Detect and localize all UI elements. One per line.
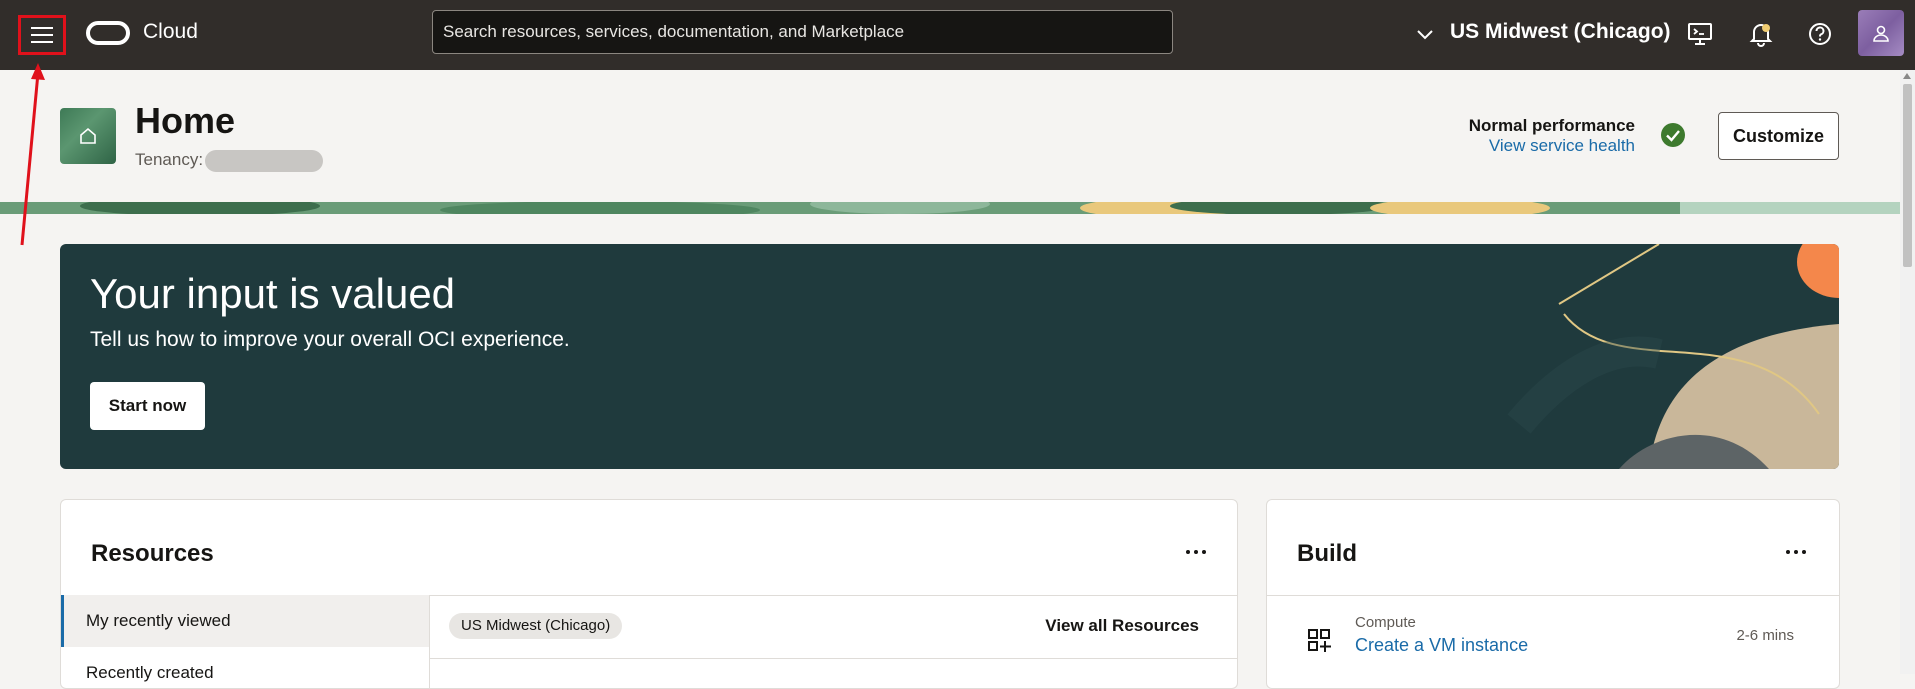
view-service-health-link[interactable]: View service health [1489,136,1635,156]
resources-tab-list: My recently viewed Recently created [61,595,430,688]
customize-button[interactable]: Customize [1718,112,1839,160]
menu-icon [31,27,53,43]
view-all-resources-link[interactable]: View all Resources [1045,616,1199,636]
compute-add-icon [1308,629,1331,652]
top-navigation-bar: Cloud US Midwest (Chicago) [0,0,1915,70]
banner-title: Your input is valued [90,270,456,317]
create-vm-instance-link[interactable]: Create a VM instance [1355,635,1528,656]
chevron-down-icon[interactable] [1414,24,1436,46]
navigation-menu-button[interactable] [18,15,66,55]
page-title: Home [135,100,236,141]
cloud-shell-icon[interactable] [1686,20,1714,48]
more-options-icon[interactable] [1781,540,1811,564]
divider [429,595,1237,596]
region-filter-chip[interactable]: US Midwest (Chicago) [449,613,623,639]
build-item-duration: 2-6 mins [1736,627,1794,644]
home-page-icon [60,108,116,164]
scrollbar-thumb[interactable] [1903,84,1912,267]
home-icon [80,127,96,144]
build-item-category: Compute [1355,614,1416,631]
brand-label: Cloud [143,20,198,43]
banner-illustration [1507,244,1839,469]
tab-my-recently-viewed[interactable]: My recently viewed [61,595,429,647]
banner-subtitle: Tell us how to improve your overall OCI … [90,328,570,351]
build-title: Build [1297,540,1357,567]
tab-recently-created[interactable]: Recently created [61,647,429,688]
tenancy-name-redacted [205,150,323,172]
resources-title: Resources [91,540,214,567]
user-avatar[interactable] [1858,10,1904,56]
resources-card: Resources My recently viewed Recently cr… [60,499,1238,689]
oracle-logo-icon[interactable] [86,21,130,45]
more-options-icon[interactable] [1181,540,1211,564]
build-card: Build Compute Create a VM instance 2-6 m… [1266,499,1840,689]
page-scrollbar[interactable] [1900,70,1915,674]
page-header: Home Tenancy: Normal performance View se… [0,70,1900,202]
tenancy-label: Tenancy: [135,150,204,169]
bell-icon[interactable] [1747,20,1775,48]
performance-status: Normal performance [1468,116,1635,135]
start-now-button[interactable]: Start now [90,382,205,430]
divider [429,658,1237,659]
help-icon[interactable] [1806,20,1834,48]
feedback-banner: Your input is valued Tell us how to impr… [60,244,1839,469]
divider [1267,595,1839,596]
decorative-pattern [0,202,1900,214]
region-selector[interactable]: US Midwest (Chicago) [1450,20,1671,44]
search-input[interactable] [432,10,1173,54]
check-circle-icon [1661,123,1685,147]
scroll-up-arrow-icon[interactable] [1903,73,1911,79]
user-icon [1873,25,1889,42]
